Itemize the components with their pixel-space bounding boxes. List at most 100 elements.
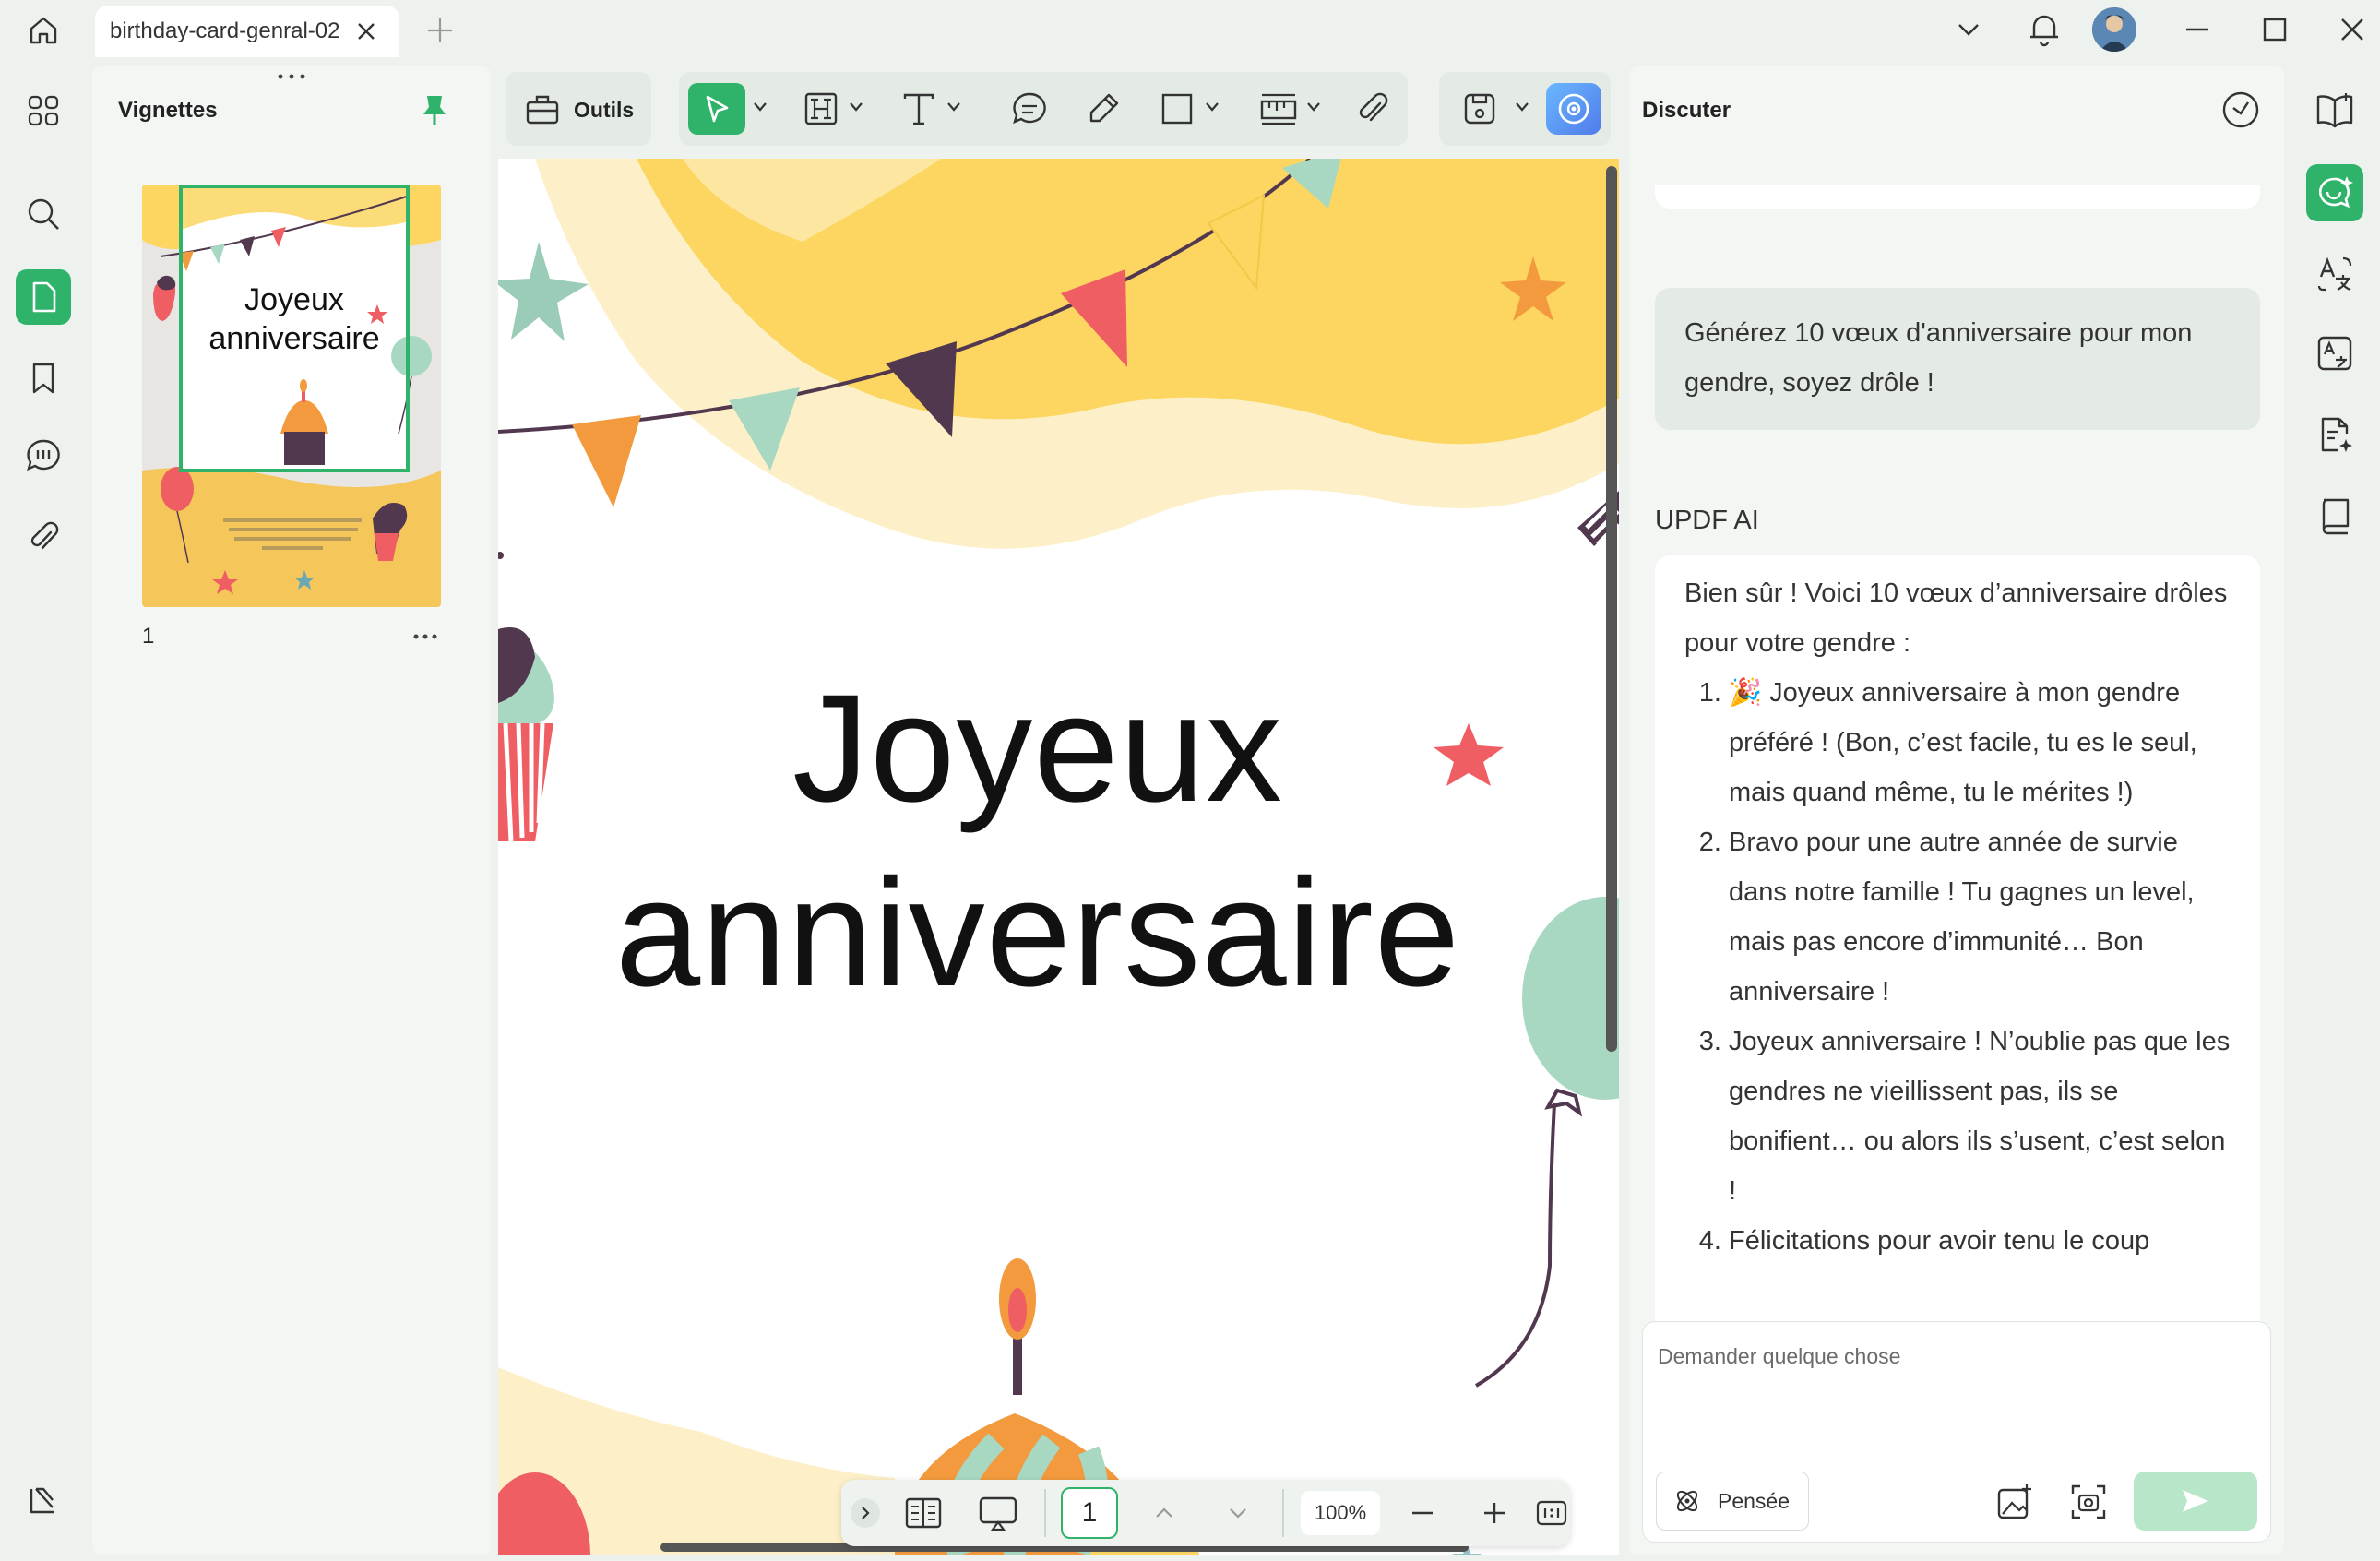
- pen-tool-icon[interactable]: [1085, 90, 1122, 127]
- divider: [1282, 1489, 1284, 1537]
- list-item: 🎉 Joyeux anniversaire à mon gendre préfé…: [1729, 668, 2231, 817]
- user-message: Générez 10 vœux d'anniversaire pour mon …: [1655, 288, 2260, 430]
- highlight-tool-icon[interactable]: [803, 90, 839, 127]
- ai-intro: Bien sûr ! Voici 10 vœux d’anniversaire …: [1684, 578, 2228, 658]
- page-icon: [32, 281, 56, 313]
- text-dropdown-icon[interactable]: [946, 101, 961, 113]
- list-item: Joyeux anniversaire ! N’oublie pas que l…: [1729, 1017, 2231, 1216]
- left-rail: [0, 66, 89, 1555]
- right-rail: [2291, 66, 2380, 1555]
- zoom-out-icon[interactable]: [1408, 1498, 1437, 1528]
- paperclip-icon: [30, 521, 59, 550]
- highlight-dropdown-icon[interactable]: [849, 101, 863, 113]
- chat-input-box[interactable]: Demander quelque chose Pensée: [1642, 1321, 2271, 1543]
- rail-layers-button[interactable]: [16, 1472, 71, 1528]
- tools-button[interactable]: Outils: [506, 72, 651, 146]
- ai-name: UPDF AI: [1655, 506, 1759, 535]
- new-tab-icon[interactable]: [424, 15, 456, 46]
- save-icon[interactable]: [1461, 90, 1498, 127]
- chevron-right-icon: [862, 1507, 870, 1519]
- layers-icon: [30, 1487, 54, 1514]
- vertical-scrollbar[interactable]: [1606, 166, 1617, 1052]
- maximize-icon[interactable]: [2258, 13, 2291, 46]
- atom-icon: [1676, 1490, 1698, 1512]
- panel-drag-handle[interactable]: [273, 72, 310, 81]
- rail-chat-ai-button[interactable]: [2306, 164, 2363, 221]
- document-tab[interactable]: birthday-card-genral-02: [95, 6, 399, 57]
- presentation-icon[interactable]: [978, 1495, 1018, 1531]
- page-thumbnail[interactable]: Joyeux anniversaire: [142, 185, 441, 607]
- image-upload-icon[interactable]: [1995, 1483, 2034, 1521]
- ai-message: Bien sûr ! Voici 10 vœux d’anniversaire …: [1655, 555, 2260, 1341]
- history-icon[interactable]: [2219, 89, 2262, 131]
- rail-ai-summary-button[interactable]: [2306, 406, 2363, 463]
- thumbnail-more-icon[interactable]: [411, 631, 439, 642]
- think-mode-button[interactable]: Pensée: [1656, 1472, 1809, 1531]
- edit-tools-group: [679, 72, 1408, 146]
- book-open-icon: [2316, 93, 2353, 128]
- home-icon[interactable]: [22, 9, 65, 52]
- tools-label: Outils: [574, 98, 635, 122]
- divider: [1044, 1489, 1046, 1537]
- page-layout-icon[interactable]: [904, 1495, 943, 1531]
- rail-ocr-button[interactable]: [2306, 325, 2363, 382]
- list-item: Bravo pour une autre année de survie dan…: [1729, 817, 2231, 1017]
- send-icon: [2183, 1490, 2208, 1512]
- list-item: Félicitations pour avoir tenu le coup: [1729, 1216, 2231, 1266]
- actual-size-icon[interactable]: [1535, 1496, 1568, 1530]
- zoom-in-icon[interactable]: [1480, 1498, 1509, 1528]
- close-window-icon[interactable]: [2336, 13, 2369, 46]
- translate-icon: [2317, 256, 2352, 292]
- rail-translate-button[interactable]: [2306, 245, 2363, 303]
- bell-icon[interactable]: [2026, 9, 2063, 48]
- rail-thumbnails-button[interactable]: [16, 269, 71, 325]
- ai-chat-icon: [2319, 176, 2353, 209]
- avatar[interactable]: [2092, 7, 2136, 52]
- ocr-icon: [2317, 336, 2352, 371]
- next-page-icon[interactable]: [1225, 1500, 1251, 1526]
- thumbnail-page-number: 1: [142, 624, 155, 649]
- close-tab-icon[interactable]: [353, 18, 379, 44]
- save-dropdown-icon[interactable]: [1515, 101, 1529, 113]
- pin-icon[interactable]: [419, 92, 450, 129]
- shape-dropdown-icon[interactable]: [1205, 101, 1220, 113]
- document-canvas[interactable]: Joyeux anniversaire: [498, 159, 1619, 1555]
- card-heading-line2: anniversaire: [614, 848, 1461, 1019]
- rail-search-button[interactable]: [16, 186, 71, 242]
- rail-comments-button[interactable]: [16, 428, 71, 483]
- comment-tool-icon[interactable]: [1011, 90, 1048, 127]
- previous-page-icon[interactable]: [1151, 1500, 1177, 1526]
- previous-message-bubble: [1655, 185, 2260, 209]
- document-sparkle-icon: [2321, 417, 2352, 452]
- save-tools-group: [1439, 72, 1611, 146]
- rail-attachments-button[interactable]: [16, 509, 71, 565]
- svg-text:Joyeux: Joyeux: [244, 282, 344, 317]
- measure-tool-icon[interactable]: [1258, 90, 1299, 127]
- rail-organize-button[interactable]: [16, 83, 71, 138]
- ai-sparkle-icon: [1558, 93, 1589, 125]
- rail-reader-button[interactable]: [2306, 81, 2363, 138]
- send-button[interactable]: [2134, 1472, 2257, 1531]
- minimize-icon[interactable]: [2181, 13, 2214, 46]
- rail-book-button[interactable]: [2306, 487, 2363, 544]
- attach-tool-icon[interactable]: [1354, 90, 1391, 127]
- select-dropdown-icon[interactable]: [753, 101, 768, 113]
- select-tool-button[interactable]: [688, 83, 745, 135]
- expand-bar-button[interactable]: [851, 1498, 880, 1528]
- shape-tool-icon[interactable]: [1159, 90, 1196, 127]
- chat-input-placeholder[interactable]: Demander quelque chose: [1658, 1344, 1900, 1369]
- page-number-input[interactable]: 1: [1061, 1487, 1118, 1539]
- zoom-level[interactable]: 100%: [1301, 1491, 1380, 1535]
- screenshot-icon[interactable]: [2069, 1483, 2108, 1521]
- rail-bookmarks-button[interactable]: [16, 351, 71, 406]
- chevron-down-icon[interactable]: [1952, 13, 1985, 46]
- ai-assistant-button[interactable]: [1546, 83, 1601, 135]
- book-icon: [2322, 498, 2350, 535]
- page-navigation-bar: 1 100%: [841, 1480, 1570, 1546]
- toolbox-icon: [524, 90, 561, 127]
- measure-dropdown-icon[interactable]: [1306, 101, 1321, 113]
- search-icon: [28, 198, 59, 230]
- text-tool-icon[interactable]: [900, 90, 937, 127]
- cursor-icon: [706, 95, 729, 123]
- grid-icon: [28, 95, 59, 126]
